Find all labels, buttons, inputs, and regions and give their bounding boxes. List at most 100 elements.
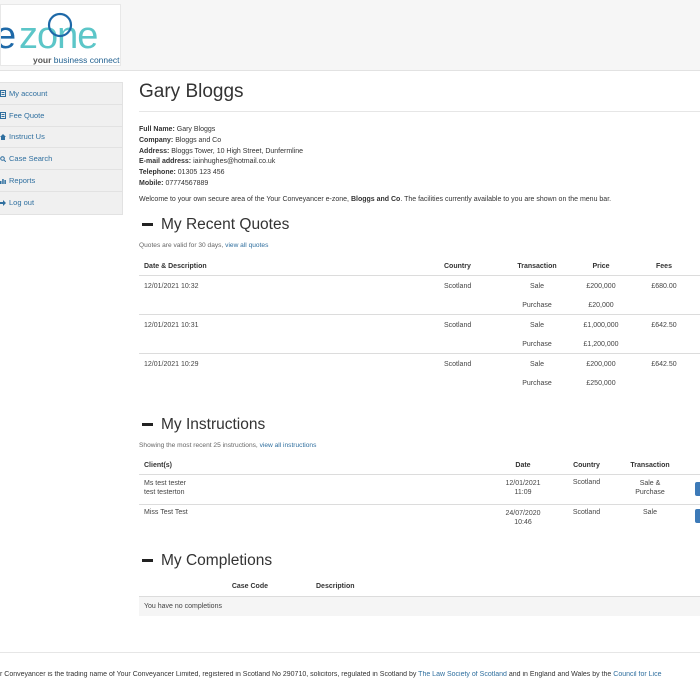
sidebar-item-case-search[interactable]: Case Search — [0, 148, 122, 171]
address-label: Address: — [139, 147, 170, 155]
quote-date: 12/01/2021 10:32 — [144, 282, 199, 290]
table-row[interactable]: Ms test tester test testerton 12/01/2021 1… — [139, 475, 700, 505]
quotes-section-title[interactable]: My Recent Quotes — [139, 215, 700, 235]
quote-fees: £642.50 — [651, 321, 677, 329]
instruction-transaction: Purchase — [635, 489, 665, 497]
collapse-icon[interactable] — [142, 423, 153, 427]
quote-country: Scotland — [444, 360, 472, 368]
table-row[interactable]: 12/01/2021 10:29 Scotland Sale £200,000 … — [139, 354, 700, 374]
instruction-transaction: Sale & — [639, 480, 661, 488]
instruction-country: Scotland — [572, 479, 601, 487]
col-country: Country — [444, 262, 471, 270]
address-value: Bloggs Tower, 10 High Street, Dunfermlin… — [171, 147, 304, 155]
sidebar-item-label: Case Search — [9, 154, 53, 164]
table-row[interactable]: Purchase £250,000 — [139, 374, 700, 393]
quote-price: £1,200,000 — [583, 340, 619, 348]
client-name: test testerton — [144, 489, 185, 497]
header-bar: e zone your business connection — [0, 0, 700, 71]
company-value: Bloggs and Co — [175, 136, 222, 144]
footer-divider — [0, 652, 700, 653]
sidebar-item-log-out[interactable]: Log out — [0, 192, 122, 214]
quote-fees: £680.00 — [651, 282, 677, 290]
chart-icon — [0, 178, 6, 184]
instructions-table-wrap: Client(s) Date Country Transaction Ms te… — [139, 456, 700, 535]
sidebar-item-label: Log out — [9, 198, 35, 208]
title-divider — [139, 111, 700, 112]
email-label: E-mail address: — [139, 158, 192, 166]
table-row[interactable]: Miss Test Test 24/07/2020 10:46 Scotland … — [139, 505, 700, 535]
telephone-value: 01305 123 456 — [177, 169, 225, 177]
sidebar-item-fee-quote[interactable]: Fee Quote — [0, 105, 122, 127]
completions-section-title[interactable]: My Completions — [139, 551, 700, 571]
quotes-note: Quotes are valid for 30 days, view all q… — [139, 241, 269, 249]
instructions-section-title[interactable]: My Instructions — [139, 415, 700, 435]
col-clients: Client(s) — [144, 461, 172, 469]
quote-transaction: Sale — [529, 282, 544, 290]
completions-table: Case Code Description You have no comple… — [139, 577, 700, 616]
quote-price: £250,000 — [586, 379, 616, 387]
quote-fees: £642.50 — [651, 360, 677, 368]
full-name-value: Gary Bloggs — [176, 126, 216, 133]
law-society-link[interactable]: The Law Society of Scotland — [418, 671, 507, 678]
document-icon — [0, 111, 6, 119]
logo-tagline: your business connection — [33, 55, 120, 65]
arrow-icon — [0, 199, 6, 206]
quote-country: Scotland — [444, 321, 472, 329]
table-row[interactable]: Purchase £1,200,000 — [139, 335, 700, 354]
quote-country: Scotland — [444, 282, 472, 290]
table-row[interactable]: 12/01/2021 10:31 Scotland Sale £1,000,00… — [139, 315, 700, 335]
quote-transaction: Sale — [529, 321, 544, 329]
home-icon — [0, 133, 6, 140]
page-title: Gary Bloggs — [139, 81, 244, 102]
collapse-icon[interactable] — [142, 559, 153, 563]
table-row: You have no completions — [139, 596, 700, 616]
view-all-quotes-link[interactable]: view all quotes — [225, 242, 268, 249]
instruction-date: 12/01/2021 — [505, 480, 541, 488]
col-price: Price — [592, 262, 610, 270]
sidebar-item-my-account[interactable]: My account — [0, 83, 122, 105]
no-completions-message: You have no completions — [144, 603, 222, 611]
col-case-code: Case Code — [231, 583, 268, 591]
col-transaction: Transaction — [517, 262, 557, 270]
open-instruction-button[interactable] — [695, 509, 700, 524]
quote-price: £20,000 — [588, 301, 614, 309]
quote-transaction: Purchase — [522, 340, 552, 348]
council-link[interactable]: Council for Lice — [613, 671, 661, 678]
logo-mark-icon: e zone — [1, 12, 98, 55]
open-instruction-button[interactable] — [695, 482, 700, 497]
mobile-label: Mobile: — [139, 179, 164, 187]
view-all-instructions-link[interactable]: view all instructions — [260, 442, 317, 449]
table-row[interactable]: Purchase £20,000 — [139, 296, 700, 315]
welcome-message: Welcome to your own secure area of the Y… — [139, 195, 612, 203]
client-name: Ms test tester — [144, 480, 187, 488]
company-label: Company: — [139, 136, 174, 144]
svg-text:e: e — [1, 15, 16, 55]
quote-date: 12/01/2021 10:29 — [144, 360, 199, 368]
instructions-note: Showing the most recent 25 instructions,… — [139, 441, 317, 449]
col-fees: Fees — [656, 262, 672, 270]
sidebar-item-reports[interactable]: Reports — [0, 170, 122, 192]
table-row[interactable]: 12/01/2021 10:32 Scotland Sale £200,000 … — [139, 276, 700, 296]
quote-transaction: Purchase — [522, 301, 552, 309]
sidebar-item-label: My account — [9, 88, 48, 98]
sidebar-item-label: Instruct Us — [9, 132, 45, 142]
ezone-logo[interactable]: e zone your business connection — [0, 4, 121, 66]
quote-price: £200,000 — [586, 282, 616, 290]
document-icon — [0, 89, 6, 97]
quote-transaction: Purchase — [522, 379, 552, 387]
instructions-table: Client(s) Date Country Transaction Ms te… — [139, 456, 700, 535]
quote-date: 12/01/2021 10:31 — [144, 321, 199, 329]
profile-details: Full Name: Gary Bloggs Company: Bloggs a… — [139, 125, 700, 190]
col-date: Date — [515, 461, 531, 469]
quotes-table: Date & Description Country Transaction P… — [139, 257, 700, 393]
instruction-time: 10:46 — [514, 519, 532, 527]
quote-price: £1,000,000 — [583, 321, 619, 329]
instruction-time: 11:09 — [514, 489, 532, 497]
sidebar-item-instruct-us[interactable]: Instruct Us — [0, 127, 122, 149]
quote-price: £200,000 — [586, 360, 616, 368]
col-date-description: Date & Description — [144, 262, 207, 270]
collapse-icon[interactable] — [142, 223, 153, 227]
telephone-label: Telephone: — [139, 169, 176, 177]
col-country: Country — [573, 461, 600, 469]
mobile-value: 07774567889 — [165, 179, 209, 187]
